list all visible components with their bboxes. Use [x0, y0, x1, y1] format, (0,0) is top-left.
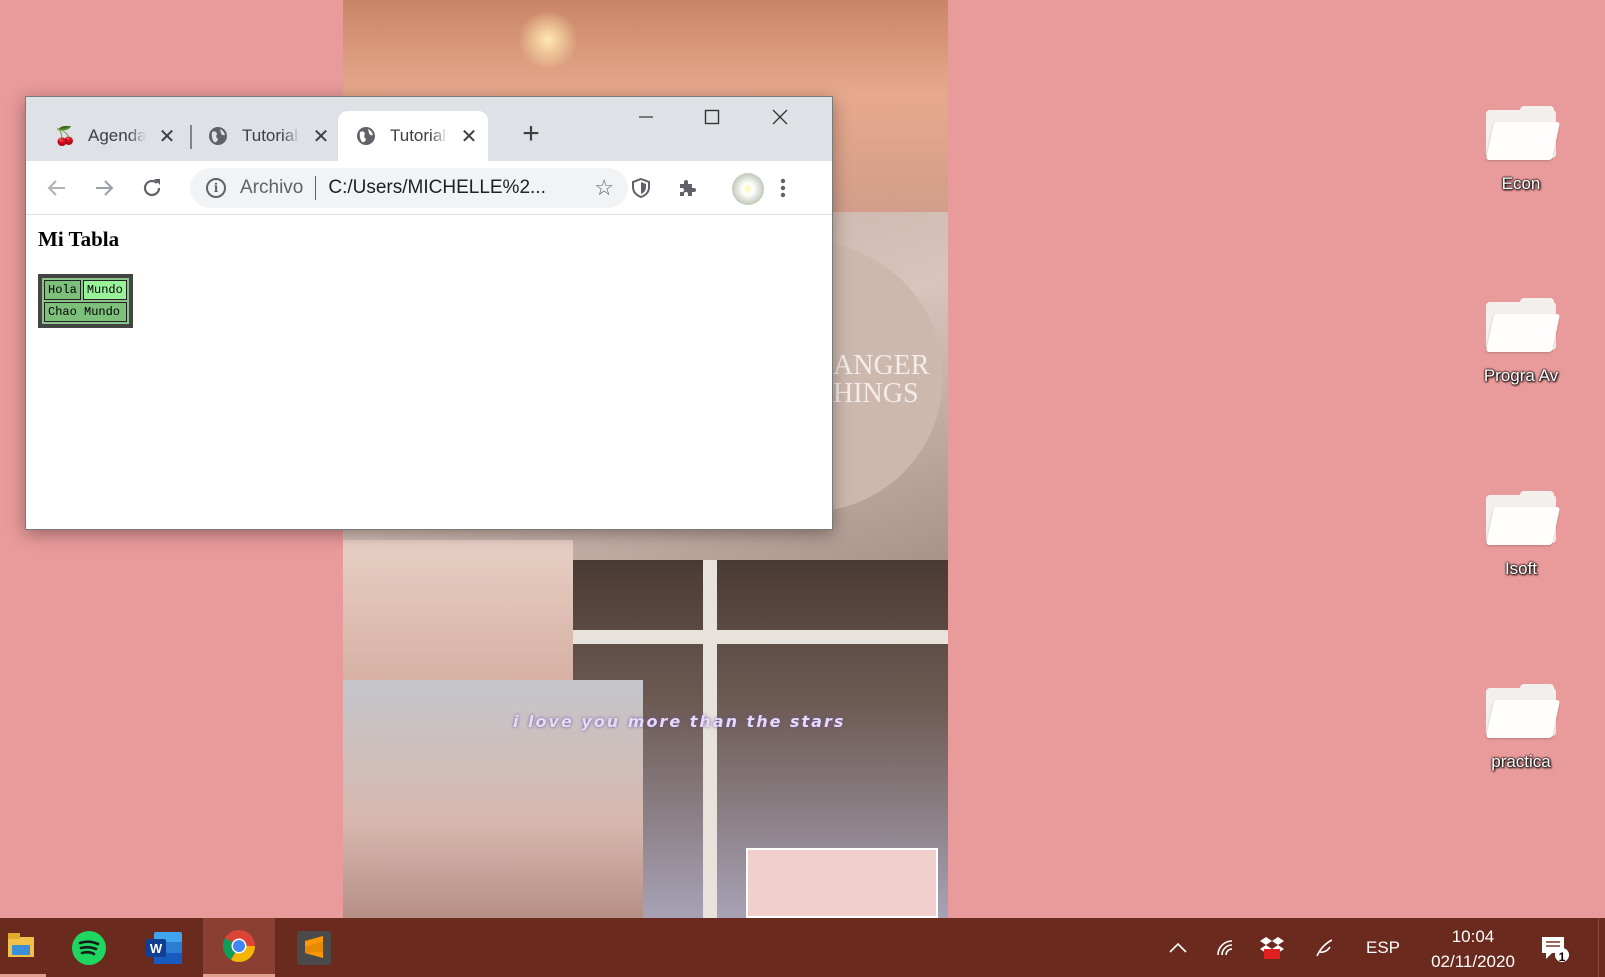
table-cell: Hola [44, 280, 81, 300]
file-explorer-icon [8, 933, 34, 957]
taskbar: W ESP 10:04 02/11/2020 1 [0, 918, 1605, 977]
desktop-folder-label: practica [1491, 752, 1551, 771]
taskbar-sublime-text[interactable] [278, 918, 350, 977]
desktop-folder-practica[interactable]: practica [1466, 684, 1576, 772]
show-desktop-button[interactable] [1598, 918, 1605, 977]
shield-icon [632, 177, 650, 199]
wallpaper-note-card [746, 848, 938, 918]
address-divider [315, 176, 317, 200]
clock[interactable]: 10:04 02/11/2020 [1418, 924, 1528, 974]
desktop-folder-label: Econ [1501, 174, 1541, 193]
forward-button[interactable] [87, 171, 121, 205]
demo-table: Hola Mundo Chao Mundo [38, 274, 133, 328]
pen-icon[interactable] [1314, 918, 1336, 977]
globe-icon [356, 126, 376, 146]
table-cell: Chao Mundo [44, 302, 127, 322]
clock-time: 10:04 [1451, 927, 1495, 946]
desktop-folder-progra-av[interactable]: Progra Av [1466, 298, 1576, 386]
puzzle-icon [680, 180, 696, 196]
wallpaper-lips-photo [343, 540, 573, 680]
close-window-button[interactable] [746, 97, 814, 137]
more-vert-icon [780, 178, 786, 198]
notification-count: 1 [1558, 950, 1566, 964]
folder-icon [1485, 491, 1561, 545]
desktop-folder-isoft[interactable]: Isoft [1466, 491, 1576, 579]
page-content: Mi Tabla Hola Mundo Chao Mundo [26, 215, 832, 340]
table-row: Hola Mundo [44, 280, 127, 300]
bookmark-star-icon[interactable]: ☆ [594, 175, 614, 201]
arrow-right-icon [96, 180, 114, 196]
page-heading: Mi Tabla [38, 227, 120, 251]
tab-agenda[interactable]: 🍒 Agenda ✕ [36, 111, 186, 161]
desktop-folder-label: Progra Av [1483, 366, 1559, 385]
tab-tutorial-active[interactable]: Tutorial ✕ [338, 111, 488, 161]
table-row: Chao Mundo [44, 302, 127, 322]
extensions-button[interactable] [670, 171, 704, 205]
sublime-text-icon [297, 930, 331, 965]
cherry-icon: 🍒 [54, 126, 77, 146]
close-icon[interactable]: ✕ [312, 124, 330, 149]
maximize-button[interactable] [678, 97, 746, 137]
chrome-icon [223, 930, 256, 963]
wifi-icon[interactable] [1216, 918, 1238, 977]
dropbox-icon[interactable] [1260, 918, 1284, 977]
desktop-folder-econ[interactable]: Econ [1466, 106, 1576, 194]
tab-strip: 🍒 Agenda ✕ Tutorial ✕ Tutorial ✕ + [26, 97, 832, 161]
profile-avatar[interactable] [732, 173, 764, 205]
window-frame-horizontal [558, 630, 948, 644]
folder-icon [1485, 684, 1561, 738]
notifications-button[interactable]: 1 [1540, 918, 1570, 977]
minimize-button[interactable] [612, 97, 680, 137]
browser-window: 🍒 Agenda ✕ Tutorial ✕ Tutorial ✕ + i Arc… [25, 96, 833, 530]
address-scheme: Archivo [240, 177, 304, 198]
wallpaper-tagline: i love you more than the stars [513, 712, 846, 731]
tab-title: Agenda [88, 126, 146, 145]
folder-icon [1485, 298, 1561, 352]
shield-extension-button[interactable] [624, 171, 658, 205]
reload-icon [143, 179, 161, 197]
globe-icon [208, 126, 228, 146]
menu-button[interactable] [766, 171, 800, 205]
address-url[interactable]: C:/Users/MICHELLE%2... [328, 177, 556, 199]
address-bar[interactable]: i Archivo C:/Users/MICHELLE%2... ☆ [190, 168, 628, 208]
svg-text:W: W [150, 941, 163, 956]
tab-tutorial[interactable]: Tutorial ✕ [190, 111, 340, 161]
new-tab-button[interactable]: + [516, 117, 546, 151]
reload-button[interactable] [135, 171, 169, 205]
language-indicator[interactable]: ESP [1366, 918, 1400, 977]
close-icon[interactable]: ✕ [158, 124, 176, 149]
close-icon[interactable]: ✕ [460, 124, 478, 149]
window-frame-vertical [703, 560, 717, 918]
word-icon: W [146, 931, 182, 964]
back-button[interactable] [40, 171, 74, 205]
wallpaper-poster-text: ANGER HINGS [833, 350, 930, 409]
clock-date: 02/11/2020 [1431, 952, 1515, 971]
tab-title: Tutorial [242, 126, 299, 145]
arrow-left-icon [47, 180, 65, 196]
table-cell: Mundo [82, 280, 127, 300]
taskbar-file-explorer[interactable] [0, 918, 46, 977]
desktop-folder-label: Isoft [1504, 559, 1538, 578]
browser-toolbar: i Archivo C:/Users/MICHELLE%2... ☆ [26, 161, 832, 215]
info-icon[interactable]: i [206, 178, 226, 198]
tray-show-hidden-icon[interactable] [1168, 918, 1188, 977]
spotify-icon [72, 930, 106, 965]
taskbar-chrome[interactable] [203, 918, 275, 977]
tab-title: Tutorial [390, 126, 447, 145]
taskbar-word[interactable]: W [128, 918, 200, 977]
folder-icon [1485, 106, 1561, 160]
taskbar-spotify[interactable] [53, 918, 125, 977]
